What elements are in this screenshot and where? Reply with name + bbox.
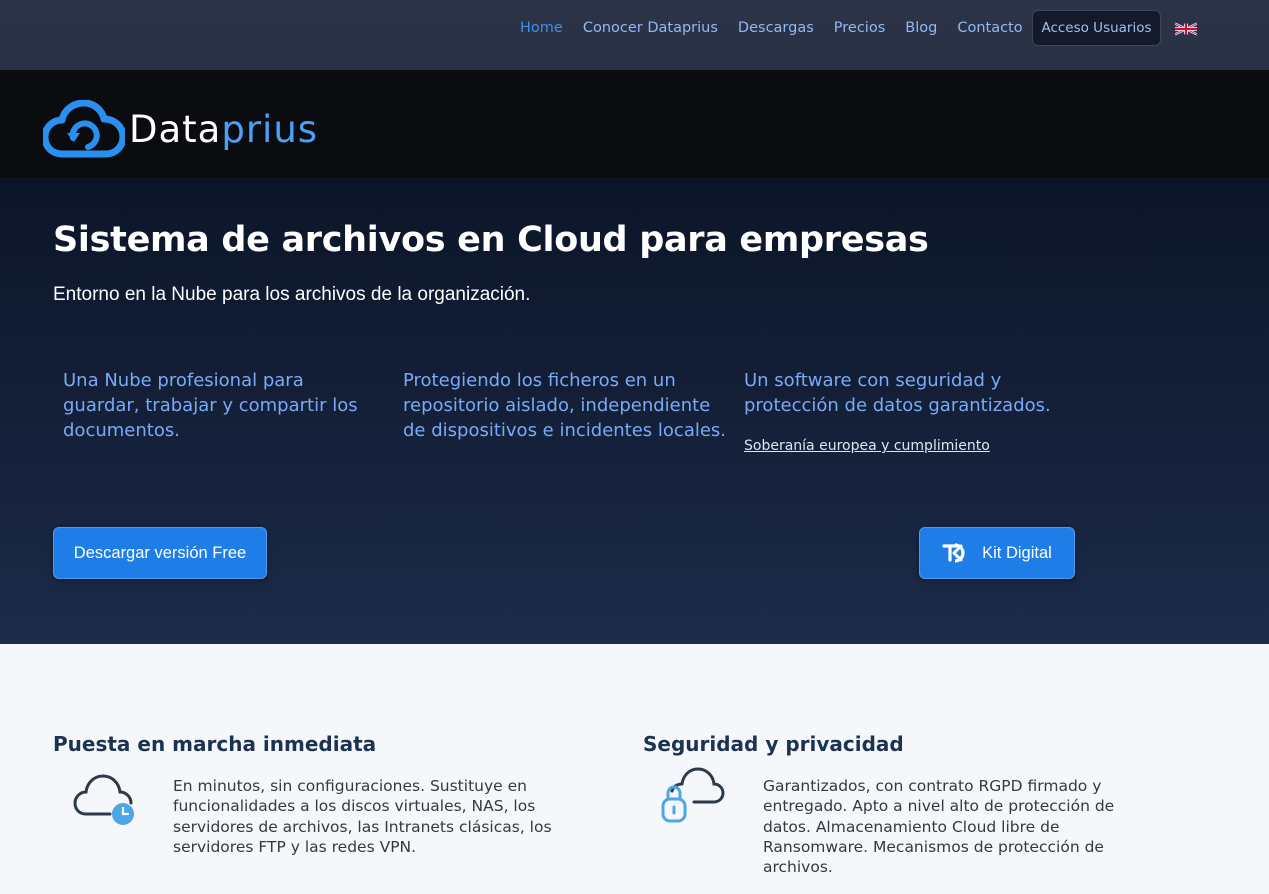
- nav-link-contacto[interactable]: Contacto: [957, 20, 1022, 36]
- nav-links: Home Conocer Dataprius Descargas Precios…: [520, 20, 1043, 36]
- cloud-sync-icon: [43, 100, 125, 158]
- hero-feature-1: Una Nube profesional para guardar, traba…: [63, 370, 358, 441]
- dataprius-logo[interactable]: Dataprius: [43, 100, 318, 158]
- column-text-puesta-en-marcha: En minutos, sin configuraciones. Sustitu…: [173, 777, 552, 856]
- kit-digital-icon: [942, 542, 968, 564]
- logo-prius-text: prius: [221, 107, 319, 151]
- nav-link-descargas[interactable]: Descargas: [738, 20, 814, 36]
- hero-feature-3: Un software con seguridad y protección d…: [744, 370, 1051, 416]
- column-text-seguridad: Garantizados, con contrato RGPD firmado …: [763, 777, 1115, 877]
- nav-link-blog[interactable]: Blog: [905, 20, 937, 36]
- column-title-seguridad: Seguridad y privacidad: [643, 732, 904, 756]
- hero-section: Sistema de archivos en Cloud para empres…: [0, 178, 1269, 644]
- hero-feature-2: Protegiendo los ficheros en un repositor…: [403, 370, 727, 441]
- download-free-button[interactable]: Descargar versión Free: [53, 527, 267, 579]
- kit-digital-button[interactable]: Kit Digital: [919, 527, 1075, 579]
- nav-link-home[interactable]: Home: [520, 20, 563, 36]
- top-navigation: Home Conocer Dataprius Descargas Precios…: [0, 0, 1269, 70]
- logo-data-text: Data: [129, 107, 222, 151]
- acceso-usuarios-button[interactable]: Acceso Usuarios: [1032, 10, 1161, 46]
- soberania-link[interactable]: Soberanía europea y cumplimiento: [744, 438, 990, 454]
- column-title-puesta-en-marcha: Puesta en marcha inmediata: [53, 732, 377, 756]
- cloud-clock-icon: [73, 774, 134, 825]
- features-section: Puesta en marcha inmediata En minutos, s…: [0, 644, 1269, 894]
- nav-link-precios[interactable]: Precios: [834, 20, 885, 36]
- logo-bar: Dataprius: [0, 70, 1269, 178]
- logo-wordmark: Dataprius: [129, 108, 318, 151]
- cloud-lock-icon: [661, 767, 725, 823]
- hero-subtitle: Entorno en la Nube para los archivos de …: [53, 284, 531, 305]
- uk-flag-icon[interactable]: [1175, 22, 1197, 36]
- kit-digital-label: Kit Digital: [982, 543, 1052, 562]
- nav-link-conocer[interactable]: Conocer Dataprius: [583, 20, 718, 36]
- hero-title: Sistema de archivos en Cloud para empres…: [53, 220, 929, 260]
